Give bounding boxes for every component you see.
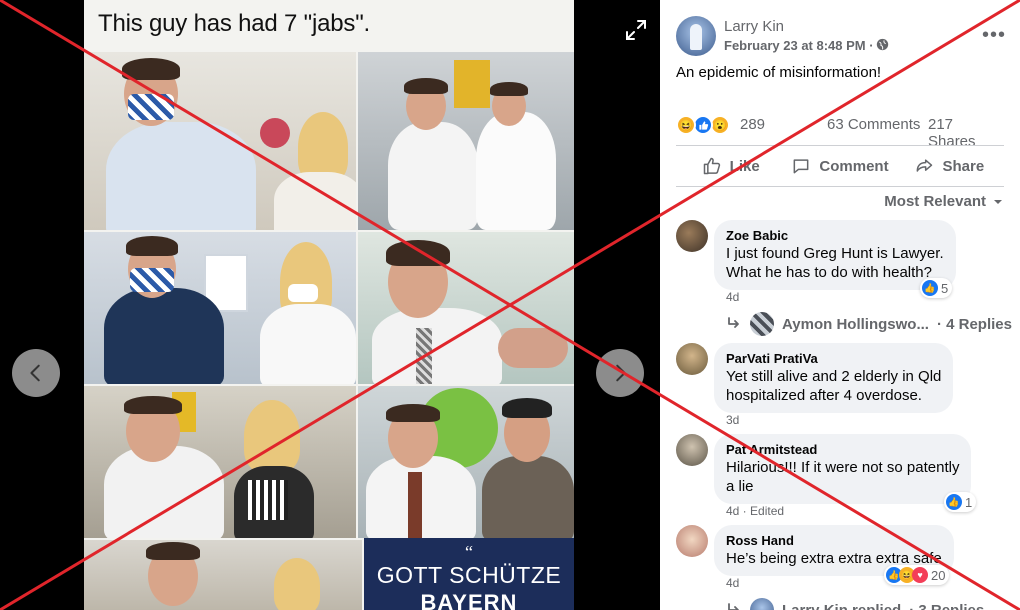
more-icon: ••• [981,24,1006,46]
expand-icon[interactable] [624,18,648,42]
like-icon [703,157,720,175]
commenter-avatar[interactable] [676,343,708,375]
meme-caption: This guy has had 7 "jabs". [98,10,370,37]
commenter-avatar[interactable] [676,220,708,252]
chevron-left-icon [30,364,40,382]
gott-schuetze-bayern-banner: “ GOTT SCHÜTZE BAYERN [364,538,574,610]
banner-quote: “ [465,542,473,562]
view-replies-link[interactable]: Aymon Hollingswo... · 4 Replies [726,312,1012,336]
reactions-summary[interactable]: 😆 😮 289 63 Comments 217 Shares [676,112,1004,150]
comment-text-line: I just found Greg Hunt is Lawyer. [726,245,944,262]
reaction-count[interactable]: 289 [740,116,765,133]
like-reaction-icon: 👍 [922,280,938,296]
comment-age: 4d · Edited [726,504,785,518]
comments-count[interactable]: 63 Comments [827,116,920,133]
comment-age: 4d [726,290,740,304]
comment-age: 4d [726,576,740,590]
share-button[interactable]: Share [895,147,1004,185]
commenter-name[interactable]: Zoe Babic [726,228,944,244]
comment-button[interactable]: Comment [785,147,894,185]
comment-bubble: Pat Armitstead Hilarious!!! If it were n… [714,434,972,504]
comment-reactions[interactable]: 👍 1 [944,492,977,512]
commenter-name[interactable]: Pat Armitstead [726,442,959,458]
meme-image: This guy has had 7 "jabs". “ GOTT SCHÜTZ… [84,0,574,610]
comment-text-line: What he has to do with health? [726,264,932,281]
replier-label: Aymon Hollingswo... [782,315,929,333]
post-timestamp[interactable]: February 23 at 8:48 PM · [724,38,874,53]
photo-tile [84,386,356,538]
author-name[interactable]: Larry Kin [724,18,784,35]
comment-text-line: a lie [726,478,754,495]
chevron-down-icon [994,199,1002,204]
share-label: Share [942,157,985,175]
wow-reaction-icon: 😮 [710,115,730,135]
comment-icon [793,159,809,174]
post-header: Larry Kin February 23 at 8:48 PM · ••• [676,16,1006,60]
next-photo-button[interactable] [596,349,644,397]
post-actions: Like Comment Share [676,147,1004,185]
photo-tile [84,52,356,230]
comment-text-line: Yet still alive and 2 elderly in Qld [726,368,942,385]
haha-reaction-icon: 😆 [676,115,696,135]
love-reaction-icon: ♥ [912,567,928,583]
comment-text-line: Hilarious!!! If it were not so patently [726,459,960,476]
photo-tile [358,232,574,384]
author-avatar[interactable] [676,16,716,56]
like-label: Like [729,157,760,175]
globe-icon [876,38,889,51]
replier-avatar [750,598,774,610]
commenter-name[interactable]: Ross Hand [726,533,942,549]
reply-arrow-icon [728,603,739,610]
like-button[interactable]: Like [676,147,785,185]
comment-age: 3d [726,413,740,427]
photo-tile [84,540,362,610]
post-text: An epidemic of misinformation! [676,64,882,81]
commenter-avatar[interactable] [676,525,708,557]
replier-avatar [750,312,774,336]
photo-viewer: This guy has had 7 "jabs". “ GOTT SCHÜTZ… [0,0,660,610]
view-replies-link[interactable]: Larry Kin replied · 3 Replies [726,598,984,610]
comment-reaction-count: 5 [941,280,949,296]
replies-count: · 4 Replies [936,315,1012,333]
comment-label: Comment [819,157,889,175]
comment-reaction-count: 1 [965,494,973,510]
photo-viewer-page: This guy has had 7 "jabs". “ GOTT SCHÜTZ… [0,0,1020,610]
comment-bubble: Zoe Babic I just found Greg Hunt is Lawy… [714,220,956,290]
previous-photo-button[interactable] [12,349,60,397]
banner-line-2: BAYERN [420,590,518,610]
like-reaction-icon: 👍 [946,494,962,510]
photo-tile [358,386,574,538]
post-panel: Larry Kin February 23 at 8:48 PM · ••• A… [660,0,1020,610]
like-reaction-icon [693,115,713,135]
more-options-button[interactable]: ••• [982,24,1006,47]
comment-reactions[interactable]: 👍 5 [920,278,953,298]
replies-count: · 3 Replies [909,601,985,610]
commenter-avatar[interactable] [676,434,708,466]
comment-sort-dropdown[interactable]: Most Relevant [884,193,1004,210]
comment-reactions[interactable]: 👍 😆 ♥ 20 [884,565,950,585]
photo-tile [84,232,356,384]
replier-label: Larry Kin replied [782,601,902,610]
comment-reaction-count: 20 [931,567,946,583]
share-icon [917,159,933,172]
divider [676,186,1004,187]
reply-arrow-icon [728,317,739,328]
comment-bubble: ParVati PratiVa Yet still alive and 2 el… [714,343,954,413]
chevron-right-icon [616,364,626,382]
comment-text-line: hospitalized after 4 overdose. [726,387,922,404]
commenter-name[interactable]: ParVati PratiVa [726,351,941,367]
sort-label: Most Relevant [884,193,986,210]
banner-line-1: GOTT SCHÜTZE [376,562,562,588]
divider [676,145,1004,146]
photo-tile [358,52,574,230]
